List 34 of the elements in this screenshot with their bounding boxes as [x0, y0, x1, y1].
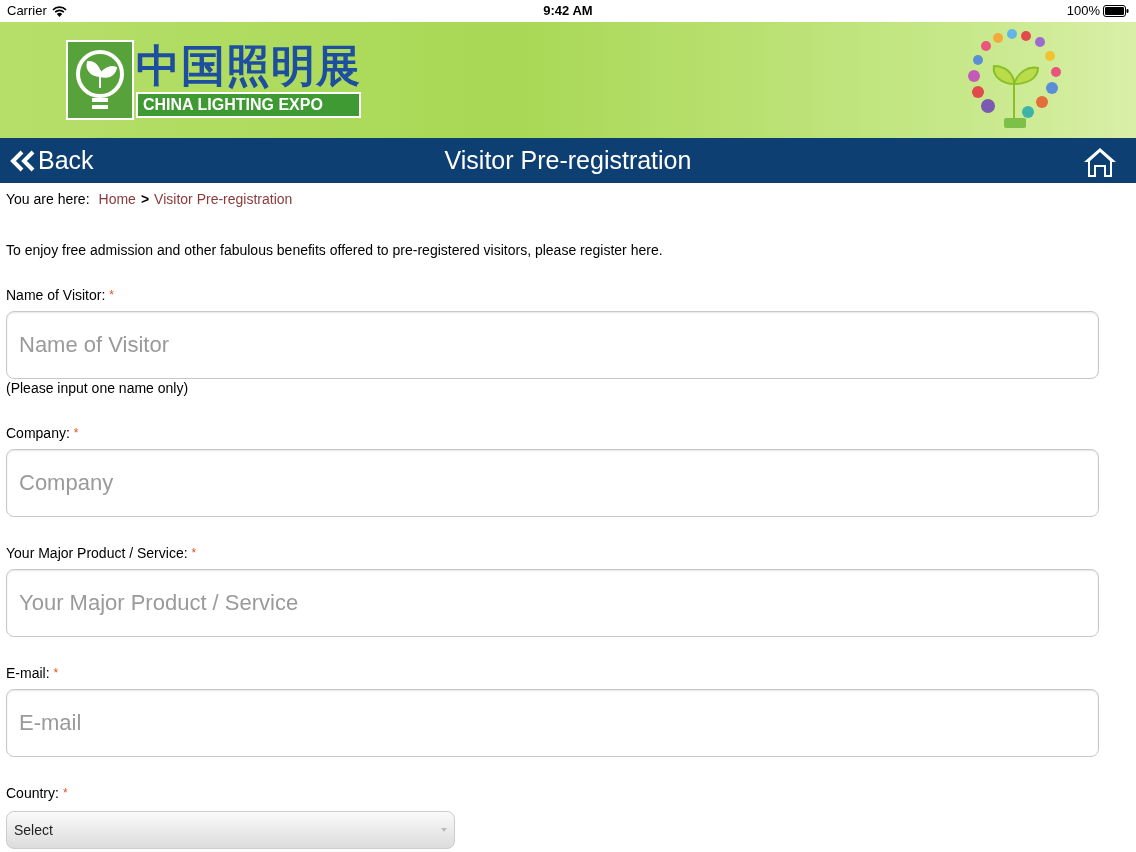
input-field[interactable]: Company: [6, 449, 1099, 517]
breadcrumb-separator: >: [140, 191, 150, 208]
double-chevron-icon: [10, 149, 36, 172]
logo-chinese-title: 中国照明展: [136, 40, 361, 92]
field-label: E-mail:: [6, 665, 50, 682]
battery-icon: [1103, 5, 1129, 17]
country-dropdown[interactable]: Select: [6, 811, 455, 849]
input-field[interactable]: E-mail: [6, 689, 1099, 757]
breadcrumb-link[interactable]: Home: [98, 191, 136, 208]
required-mark: *: [62, 785, 68, 802]
field-label: Name of Visitor:: [6, 287, 106, 304]
carrier-label: Carrier: [7, 2, 47, 21]
required-mark: *: [191, 545, 197, 562]
field-label: Your Major Product / Service:: [6, 545, 188, 562]
home-icon[interactable]: [1082, 146, 1118, 178]
required-mark: *: [53, 665, 59, 682]
breadcrumb-label: You are here:: [6, 191, 90, 208]
caret-icon: [441, 828, 447, 832]
required-mark: *: [73, 425, 79, 442]
input-field[interactable]: Your Major Product / Service: [6, 569, 1099, 637]
field-label: Company:: [6, 425, 70, 442]
intro-text: To enjoy free admission and other fabulous benefits offered to pre-registered visitors, please register here.: [6, 242, 664, 259]
bulb-logo-icon: [66, 40, 134, 120]
logo-english-title: CHINA LIGHTING EXPO: [136, 92, 361, 118]
wifi-icon: [51, 5, 67, 17]
field-hint: (Please input one name only): [6, 380, 190, 397]
page-title: Visitor Pre-registration: [444, 144, 692, 176]
back-button[interactable]: Back: [0, 141, 94, 180]
field-label: Country:: [6, 785, 59, 802]
battery-percent: 100%: [1066, 2, 1100, 21]
required-mark: *: [109, 287, 114, 304]
breadcrumb-link[interactable]: Visitor Pre-registration: [154, 191, 293, 208]
input-field[interactable]: Name of Visitor: [6, 311, 1099, 379]
clock-time: 9:42 AM: [543, 2, 593, 21]
